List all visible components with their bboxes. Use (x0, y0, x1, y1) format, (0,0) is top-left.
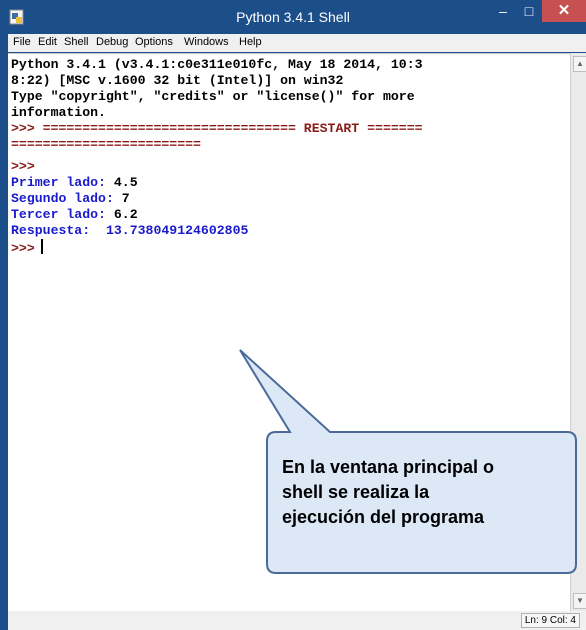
callout-text: En la ventana principal o shell se reali… (282, 455, 582, 530)
callout-line: En la ventana principal o (282, 457, 495, 477)
shell-window: Python 3.4.1 Shell – □ ✕ File Edit Shell… (0, 0, 586, 630)
callout-line: shell se realiza la (282, 482, 430, 502)
callout-line: ejecución del programa (282, 507, 485, 527)
callout-bubble (239, 349, 577, 574)
